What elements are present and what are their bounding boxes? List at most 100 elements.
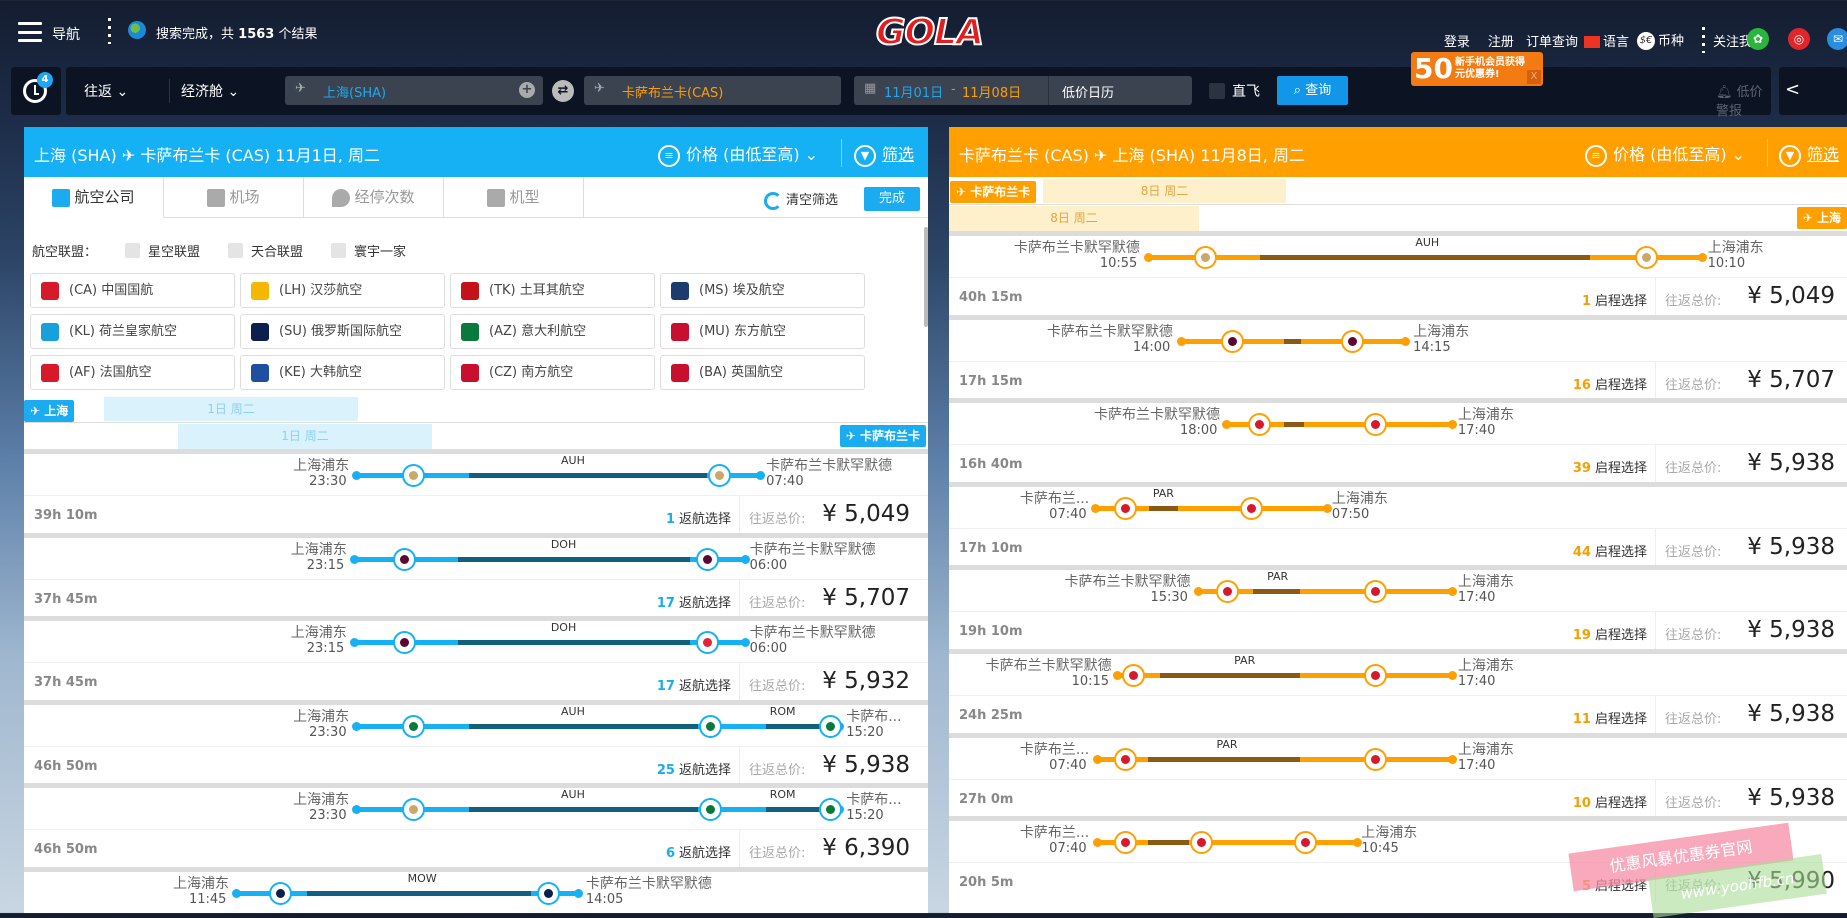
flight-card[interactable]: DOH 上海浦东 23:15 卡萨布兰卡默罕默德 06:00 37h 45m 17 返航选择 往… <box>24 616 928 703</box>
trip-type-select[interactable]: 往返 ⌄ <box>84 81 128 101</box>
select-options-button[interactable]: 16 启程选择 <box>1573 374 1647 393</box>
select-options-button[interactable]: 19 启程选择 <box>1573 624 1647 643</box>
orders-link[interactable]: 订单查询 <box>1526 31 1578 50</box>
filter-scrollbar[interactable] <box>924 227 928 327</box>
date-cell[interactable]: 8日 周二 <box>1043 179 1286 203</box>
total-price[interactable]: ¥ 5,707 <box>822 585 910 611</box>
checkbox[interactable] <box>125 243 141 258</box>
wechat-icon[interactable]: ✿ <box>1747 28 1769 50</box>
nav-label[interactable]: 导航 <box>52 24 80 44</box>
low-price-calendar-button[interactable]: 低价日历 <box>1062 82 1114 101</box>
sort-select[interactable]: ≡ 价格 (由低至高) ⌄ <box>658 141 818 167</box>
tab-airport[interactable]: 机场 <box>164 177 304 218</box>
login-link[interactable]: 登录 <box>1444 31 1470 50</box>
flight-summary: 46h 50m 6 返航选择 往返总价: ¥ 6,390 <box>24 829 928 870</box>
filter-button[interactable]: ▼ 筛选 <box>854 141 914 167</box>
menu-icon[interactable] <box>18 22 42 42</box>
flight-card[interactable]: PAR 卡萨布兰卡默罕默德 15:30 上海浦东 17:40 19h 10m 19 启程选择 往… <box>949 565 1847 652</box>
airline-filter-item[interactable]: (KE) 大韩航空 <box>240 355 445 390</box>
airline-filter-item[interactable]: (CA) 中国国航 <box>30 273 235 308</box>
select-options-button[interactable]: 44 启程选择 <box>1573 541 1647 560</box>
tab-stops[interactable]: 经停次数 <box>304 177 444 218</box>
total-price[interactable]: ¥ 5,938 <box>1747 617 1835 643</box>
promo-banner[interactable]: 50 新手机会员获得 元优惠券! X <box>1411 52 1543 86</box>
select-options-button[interactable]: 17 返航选择 <box>657 592 731 611</box>
total-price[interactable]: ¥ 5,938 <box>1747 785 1835 811</box>
alliance-option[interactable]: 寰宇一家 <box>331 241 406 260</box>
total-price[interactable]: ¥ 5,049 <box>822 501 910 527</box>
filter-button[interactable]: ▼ 筛选 <box>1779 141 1839 167</box>
select-options-button[interactable]: 1 启程选择 <box>1582 290 1647 309</box>
select-options-button[interactable]: 10 启程选择 <box>1573 792 1647 811</box>
language-selector[interactable]: 语言 <box>1583 31 1629 50</box>
flight-card[interactable]: AUH ROM 上海浦东 23:30 卡萨布... 15:20 46h 50m 25 返航选择 往… <box>24 699 928 786</box>
airline-filter-item[interactable]: (MS) 埃及航空 <box>660 273 865 308</box>
total-price[interactable]: ¥ 5,049 <box>1747 283 1835 309</box>
flight-card[interactable]: 卡萨布兰卡默罕默德 18:00 上海浦东 17:40 16h 40m 39 启程选择 往返总价… <box>949 398 1847 485</box>
total-price[interactable]: ¥ 5,707 <box>1747 367 1835 393</box>
airline-filter-item[interactable]: (KL) 荷兰皇家航空 <box>30 314 235 349</box>
email-icon[interactable]: ✉ <box>1827 28 1847 50</box>
airline-filter-item[interactable]: (LH) 汉莎航空 <box>240 273 445 308</box>
airline-filter-item[interactable]: (SU) 俄罗斯国际航空 <box>240 314 445 349</box>
destination-field[interactable]: ✈ 卡萨布兰卡(CAS) <box>584 76 841 105</box>
flight-card[interactable]: PAR 卡萨布兰... 07:40 上海浦东 17:40 27h 0m 10 启程选择 往返总价… <box>949 732 1847 819</box>
flight-card[interactable]: AUH 卡萨布兰卡默罕默德 10:55 上海浦东 10:10 40h 15m 1 启程选择 往返… <box>949 231 1847 317</box>
flight-card[interactable]: MOW 上海浦东 11:45 卡萨布兰卡默罕默德 14:05 <box>24 867 928 913</box>
add-icon[interactable]: + <box>519 82 535 98</box>
tab-aircraft[interactable]: 机型 <box>444 177 584 218</box>
select-options-button[interactable]: 39 启程选择 <box>1573 457 1647 476</box>
option-count: 17 <box>656 595 675 611</box>
checkbox[interactable] <box>228 243 244 258</box>
airline-filter-item[interactable]: (BA) 英国航空 <box>660 355 865 390</box>
register-link[interactable]: 注册 <box>1488 31 1514 50</box>
swap-button[interactable]: ⇄ <box>552 80 574 102</box>
airline-filter-item[interactable]: (TK) 土耳其航空 <box>450 273 655 308</box>
select-options-button[interactable]: 6 返航选择 <box>666 842 731 861</box>
flight-card[interactable]: PAR 卡萨布兰卡默罕默德 10:15 上海浦东 17:40 24h 25m 11 启程选择 往… <box>949 649 1847 735</box>
date-cell[interactable]: 8日 周二 <box>949 206 1199 233</box>
divider <box>739 579 740 619</box>
airline-filter-item[interactable]: (MU) 东方航空 <box>660 314 865 349</box>
total-price[interactable]: ¥ 5,938 <box>1747 534 1835 560</box>
share-button[interactable]: < <box>1779 67 1847 115</box>
search-history-button[interactable]: 4 <box>11 67 61 115</box>
total-price[interactable]: ¥ 5,938 <box>1747 450 1835 476</box>
select-options-button[interactable]: 1 返航选择 <box>666 508 731 527</box>
total-price[interactable]: ¥ 6,390 <box>822 835 910 861</box>
origin-field[interactable]: ✈ 上海(SHA) + <box>285 76 543 105</box>
cabin-select[interactable]: 经济舱 ⌄ <box>181 81 239 101</box>
site-logo[interactable]: GOLA <box>875 11 985 54</box>
date-cell[interactable]: 1日 周二 <box>178 424 432 451</box>
tab-airline[interactable]: 航空公司 <box>24 177 164 218</box>
flight-card[interactable]: AUH ROM 上海浦东 23:30 卡萨布... 15:20 46h 50m 6 返航选择 往返… <box>24 783 928 870</box>
select-options-button[interactable]: 11 启程选择 <box>1573 708 1647 727</box>
date-field[interactable]: ▦ 11月01日 - 11月08日 低价日历 <box>854 76 1192 105</box>
flight-card[interactable]: PAR 卡萨布兰... 07:40 上海浦东 07:50 17h 10m 44 启程选择 往返总… <box>949 481 1847 568</box>
search-button[interactable]: ⌕ 查询 <box>1277 76 1348 105</box>
select-options-button[interactable]: 25 返航选择 <box>657 759 731 778</box>
promo-close-button[interactable]: X <box>1526 70 1541 84</box>
airline-filter-item[interactable]: (AF) 法国航空 <box>30 355 235 390</box>
direct-flight-checkbox[interactable] <box>1209 83 1225 99</box>
price-alert-button[interactable]: 🔔︎ 低价警报 <box>1716 81 1771 119</box>
airline-filter-item[interactable]: (AZ) 意大利航空 <box>450 314 655 349</box>
flight-card[interactable]: 卡萨布兰卡默罕默德 14:00 上海浦东 14:15 17h 15m 16 启程选择 往返总价… <box>949 314 1847 401</box>
flight-card[interactable]: DOH 上海浦东 23:15 卡萨布兰卡默罕默德 06:00 37h 45m 17 返航选择 往… <box>24 532 928 619</box>
done-button[interactable]: 完成 <box>864 187 920 211</box>
direct-flight-label[interactable]: 直飞 <box>1232 81 1260 101</box>
checkbox[interactable] <box>331 243 347 258</box>
airline-filter-item[interactable]: (CZ) 南方航空 <box>450 355 655 390</box>
total-price[interactable]: ¥ 5,932 <box>822 668 910 694</box>
sort-select[interactable]: ≡ 价格 (由低至高) ⌄ <box>1585 141 1745 167</box>
flight-card[interactable]: AUH 上海浦东 23:30 卡萨布兰卡默罕默德 07:40 39h 10m 1 返航选择 往返… <box>24 449 928 535</box>
total-price[interactable]: ¥ 5,938 <box>1747 701 1835 727</box>
clear-filters-button[interactable]: 清空筛选 <box>764 189 838 210</box>
alliance-option[interactable]: 星空联盟 <box>125 241 200 260</box>
weibo-icon[interactable]: ◎ <box>1788 28 1810 50</box>
select-options-button[interactable]: 17 返航选择 <box>657 675 731 694</box>
currency-selector[interactable]: $€ 币种 <box>1636 30 1684 51</box>
date-cell[interactable]: 1日 周二 <box>104 397 358 421</box>
alliance-option[interactable]: 天合联盟 <box>228 241 303 260</box>
total-price[interactable]: ¥ 5,938 <box>822 752 910 778</box>
